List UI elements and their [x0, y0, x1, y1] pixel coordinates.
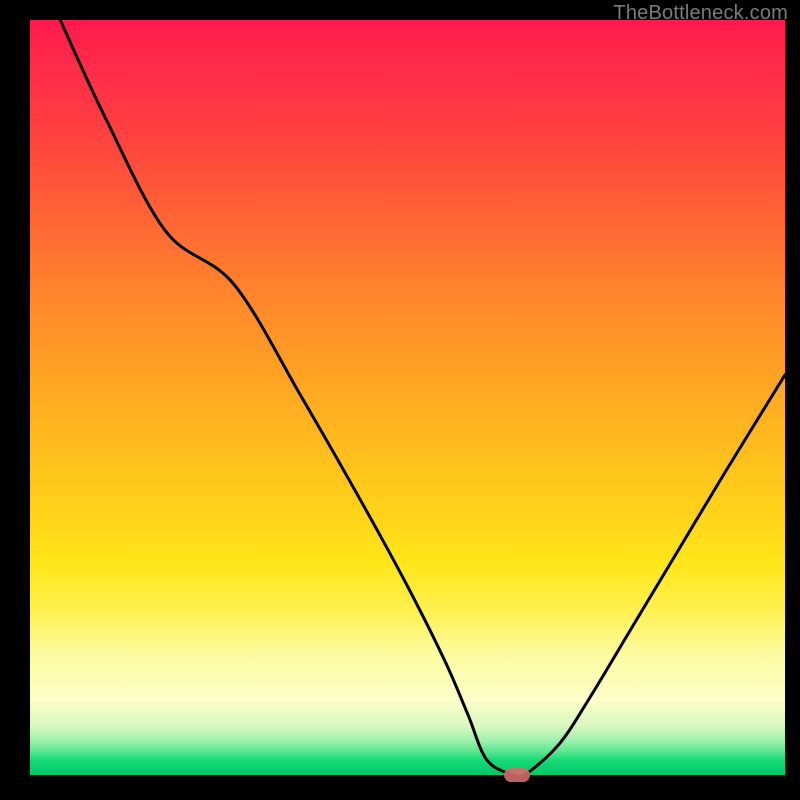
- chart-plot-area: [30, 20, 785, 775]
- chart-minimum-marker: [504, 768, 530, 782]
- chart-frame: TheBottleneck.com: [0, 0, 800, 800]
- chart-curve: [30, 20, 785, 775]
